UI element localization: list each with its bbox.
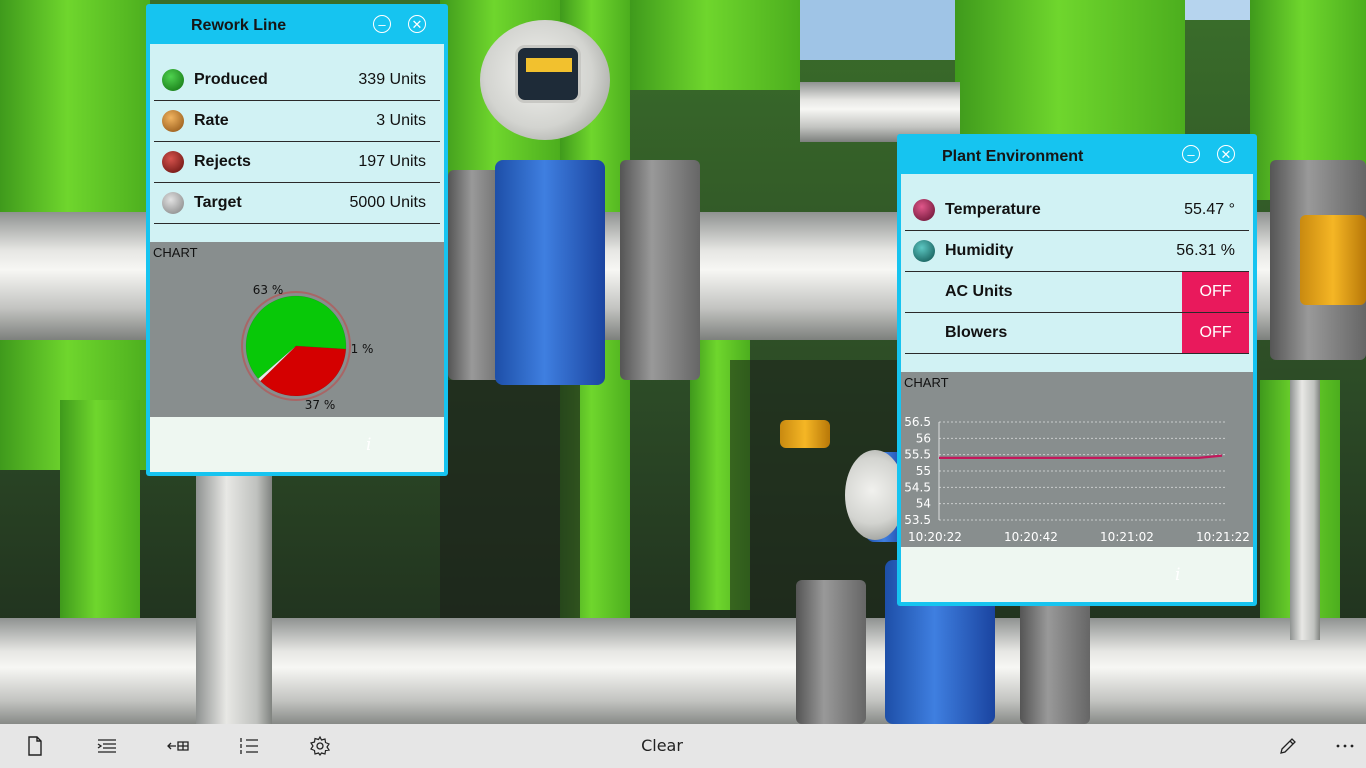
back-grid-icon[interactable] (166, 734, 190, 758)
horizontal-pipe (800, 82, 960, 142)
pie-slice-label: 1 % (351, 342, 374, 356)
metric-label: Target (194, 194, 242, 211)
pencil-icon[interactable] (1276, 734, 1300, 758)
minimize-icon[interactable]: – (1182, 145, 1200, 163)
pipe-flange (796, 580, 866, 724)
metric-value: 339 Units (358, 71, 426, 88)
metric-value: 55.47 ° (1184, 201, 1235, 218)
metric-row-temperature: Temperature 55.47 ° (905, 190, 1249, 231)
plant-environment-window[interactable]: Plant Environment – ✕ Temperature 55.47 … (897, 134, 1257, 606)
yellow-valve (1300, 215, 1366, 305)
window-title: Plant Environment (942, 148, 1084, 165)
metric-row-humidity: Humidity 56.31 % (905, 231, 1249, 272)
yellow-valve (780, 420, 830, 448)
x-tick-label: 10:20:22 (908, 530, 962, 544)
metric-label: Produced (194, 71, 268, 88)
info-icon[interactable]: i (1175, 565, 1180, 585)
ac-units-toggle-button[interactable]: OFF (1182, 272, 1249, 312)
window-title: Rework Line (191, 17, 287, 34)
new-file-icon[interactable] (23, 734, 47, 758)
y-tick-label: 54.5 (904, 480, 931, 494)
metric-value: 56.31 % (1176, 242, 1235, 259)
y-tick-label: 56.5 (904, 415, 931, 429)
settings-gear-icon[interactable] (308, 734, 332, 758)
metric-row-produced: Produced 339 Units (154, 60, 440, 101)
toggle-row-ac-units: AC Units OFF (905, 272, 1249, 313)
close-icon[interactable]: ✕ (408, 15, 426, 33)
flow-meter-display (515, 45, 581, 103)
metric-label: Temperature (945, 201, 1041, 218)
y-tick-label: 55 (916, 464, 931, 478)
status-dot (162, 151, 184, 173)
metric-value: 5000 Units (349, 194, 427, 211)
status-dot (162, 110, 184, 132)
pipe-flange (1020, 590, 1090, 724)
vertical-support (1290, 380, 1320, 640)
status-dot (162, 192, 184, 214)
pie-slice-label: 37 % (305, 398, 336, 412)
window-footer: i (150, 417, 444, 472)
minimize-icon[interactable]: – (373, 15, 391, 33)
metric-row-rejects: Rejects 197 Units (154, 142, 440, 183)
flow-meter-lcd (526, 58, 572, 72)
blowers-toggle-button[interactable]: OFF (1182, 313, 1249, 353)
green-column (60, 400, 140, 630)
more-icon[interactable] (1333, 734, 1357, 758)
rework-line-window[interactable]: Rework Line – ✕ Produced 339 Units Rate … (146, 4, 448, 476)
metric-row-target: Target 5000 Units (154, 183, 440, 224)
green-column (630, 0, 800, 90)
x-tick-label: 10:21:02 (1100, 530, 1154, 544)
indent-list-icon[interactable] (95, 734, 119, 758)
status-dot (162, 69, 184, 91)
line-chart: 56.5 56 55.5 55 54.5 54 53.5 10:20:22 10:20:42 10… (904, 415, 1250, 544)
numbered-list-icon[interactable] (237, 734, 261, 758)
metric-row-rate: Rate 3 Units (154, 101, 440, 142)
toggle-label: Blowers (945, 324, 1008, 341)
window-body: Temperature 55.47 ° Humidity 56.31 % AC … (901, 174, 1253, 602)
blue-flow-meter (495, 160, 605, 385)
toggle-row-blowers: Blowers OFF (905, 313, 1249, 354)
metric-value: 197 Units (358, 153, 426, 170)
x-tick-label: 10:21:22 (1196, 530, 1250, 544)
pipe-flange (620, 160, 700, 380)
bottom-app-bar: Clear (0, 724, 1366, 768)
metric-label: Rejects (194, 153, 251, 170)
green-column (955, 0, 1185, 140)
metric-label: Rate (194, 112, 229, 129)
pie-chart-panel: CHART 63 % 37 % 1 % (150, 242, 444, 417)
background-sky (800, 0, 960, 60)
y-tick-label: 55.5 (904, 448, 931, 462)
status-dot (913, 240, 935, 262)
window-footer: i (901, 547, 1253, 602)
pie-slice-label: 63 % (253, 283, 284, 297)
flow-meter-head (845, 450, 905, 540)
toggle-label: AC Units (945, 283, 1013, 300)
pie-chart: 63 % 37 % 1 % (241, 283, 374, 412)
metric-label: Humidity (945, 242, 1014, 259)
info-icon[interactable]: i (366, 435, 371, 455)
y-tick-label: 56 (916, 431, 931, 445)
machinery-shadow (440, 380, 580, 620)
line-chart-panel: CHART 56.5 56 55.5 55 54.5 54 53.5 10:20:22 10:2… (901, 372, 1253, 547)
window-body: Produced 339 Units Rate 3 Units Rejects … (150, 44, 444, 472)
clear-button[interactable]: Clear (630, 734, 694, 758)
x-tick-label: 10:20:42 (1004, 530, 1058, 544)
metric-value: 3 Units (376, 112, 426, 129)
series-line (939, 454, 1223, 460)
close-icon[interactable]: ✕ (1217, 145, 1235, 163)
status-dot (913, 199, 935, 221)
y-tick-label: 54 (916, 497, 931, 511)
y-tick-label: 53.5 (904, 513, 931, 527)
